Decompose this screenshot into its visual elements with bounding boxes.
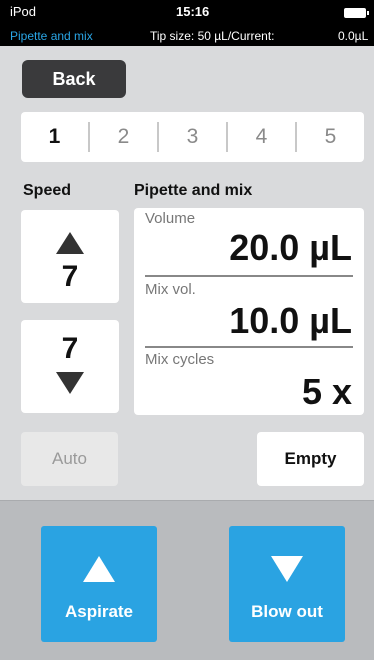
tab-1[interactable]: 1 bbox=[21, 122, 88, 152]
speed-heading: Speed bbox=[23, 182, 72, 199]
blowout-button[interactable]: Blow out bbox=[229, 526, 345, 642]
volume-label: Volume bbox=[145, 210, 196, 227]
tip-size-label: Tip size: 50 µL/Current: bbox=[150, 29, 275, 43]
tab-2[interactable]: 2 bbox=[88, 122, 157, 152]
triangle-up-icon bbox=[56, 232, 84, 254]
mix-cycles-value[interactable]: 5 x bbox=[302, 371, 352, 413]
aspirate-button[interactable]: Aspirate bbox=[41, 526, 157, 642]
pipette-mix-panel: Volume 20.0 µL Mix vol. 10.0 µL Mix cycl… bbox=[134, 208, 364, 415]
mix-vol-underline bbox=[145, 346, 353, 348]
mode-label: Pipette and mix bbox=[10, 29, 93, 43]
mix-vol-value[interactable]: 10.0 µL bbox=[229, 300, 352, 342]
aspirate-arrow-icon bbox=[83, 556, 115, 582]
auto-button[interactable]: Auto bbox=[21, 432, 118, 486]
battery-icon bbox=[344, 8, 369, 18]
empty-button[interactable]: Empty bbox=[257, 432, 364, 486]
volume-value[interactable]: 20.0 µL bbox=[229, 227, 352, 269]
pipette-mix-heading: Pipette and mix bbox=[134, 182, 253, 199]
aspirate-speed-value: 7 bbox=[61, 260, 79, 293]
aspirate-label: Aspirate bbox=[64, 602, 134, 621]
mix-cycles-label: Mix cycles bbox=[145, 351, 215, 368]
program-tabs: 1 2 3 4 5 bbox=[21, 112, 364, 162]
back-button[interactable]: Back bbox=[22, 60, 126, 98]
status-bar: iPod 15:16 Pipette and mix Tip size: 50 … bbox=[0, 0, 374, 46]
dispense-speed-control[interactable]: 7 bbox=[21, 320, 119, 413]
blowout-arrow-icon bbox=[271, 556, 303, 582]
blowout-label: Blow out bbox=[251, 602, 323, 621]
tab-3[interactable]: 3 bbox=[157, 122, 226, 152]
mix-vol-label: Mix vol. bbox=[145, 281, 196, 298]
volume-underline bbox=[145, 275, 353, 277]
dispense-speed-value: 7 bbox=[61, 332, 79, 365]
tab-5[interactable]: 5 bbox=[295, 122, 364, 152]
tab-4[interactable]: 4 bbox=[226, 122, 295, 152]
aspirate-speed-control[interactable]: 7 bbox=[21, 210, 119, 303]
triangle-down-icon bbox=[56, 372, 84, 394]
clock: 15:16 bbox=[176, 4, 210, 19]
carrier-label: iPod bbox=[10, 4, 37, 19]
current-volume: 0.0µL bbox=[338, 29, 369, 43]
